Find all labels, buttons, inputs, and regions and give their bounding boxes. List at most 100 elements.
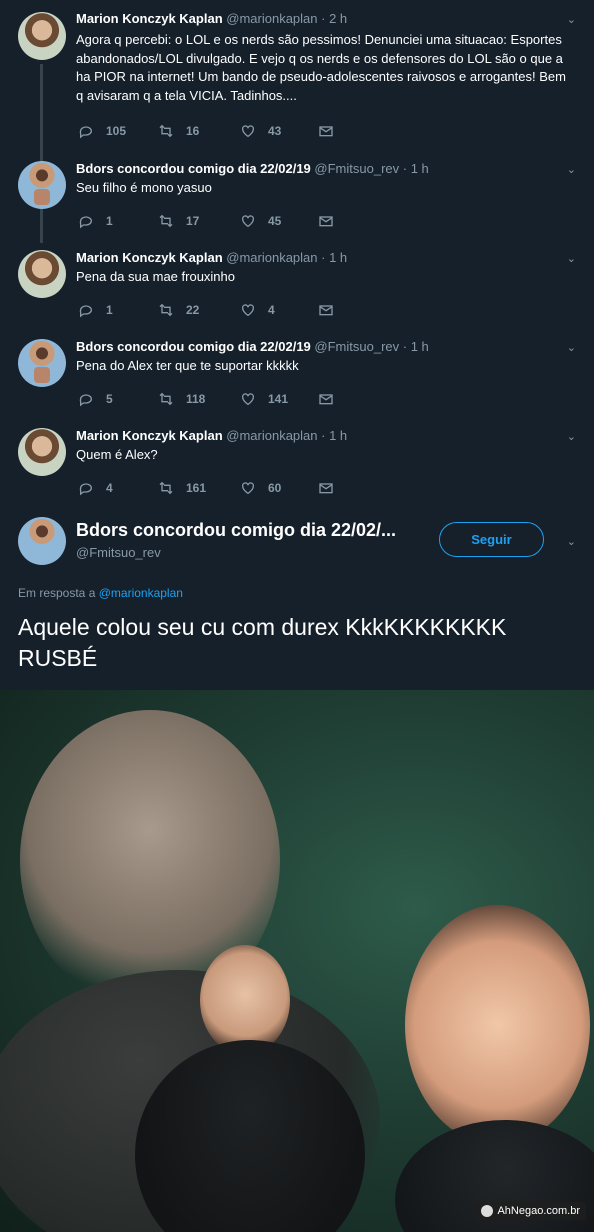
tweet-text: Pena do Alex ter que te suportar kkkkk	[76, 358, 299, 373]
tweet[interactable]: Marion Konczyk Kaplan @marionkaplan · 2 …	[0, 0, 594, 139]
main-author-handle[interactable]: @Fmitsuo_rev	[76, 545, 161, 560]
tweet-header: Marion Konczyk Kaplan @marionkaplan · 2 …	[76, 11, 347, 26]
logo-icon	[481, 1205, 494, 1217]
like-button[interactable]: 4	[240, 302, 275, 318]
retweet-button[interactable]: 16	[158, 123, 199, 139]
like-button[interactable]: 45	[240, 213, 281, 229]
retweet-icon	[159, 214, 173, 228]
message-button[interactable]	[318, 302, 334, 318]
tweet-header: Marion Konczyk Kaplan @marionkaplan · 1 …	[76, 428, 347, 443]
timestamp[interactable]: · 1 h	[403, 339, 429, 354]
envelope-icon	[319, 126, 333, 137]
reply-button[interactable]: 5	[78, 391, 113, 407]
author-handle[interactable]: @marionkaplan	[226, 11, 317, 26]
tweet-actions: 1 17 45	[78, 213, 398, 231]
reply-button[interactable]: 4	[78, 480, 113, 496]
envelope-icon	[319, 483, 333, 494]
tweet[interactable]: Marion Konczyk Kaplan @marionkaplan · 1 …	[0, 242, 594, 331]
author-name[interactable]: Marion Konczyk Kaplan	[76, 250, 223, 265]
chevron-down-icon[interactable]: ⌄	[567, 341, 576, 354]
tweet-header: Marion Konczyk Kaplan @marionkaplan · 1 …	[76, 250, 347, 265]
retweet-count: 118	[186, 392, 206, 406]
avatar[interactable]	[18, 161, 66, 209]
like-button[interactable]: 141	[240, 391, 288, 407]
like-count: 60	[268, 481, 282, 495]
reply-button[interactable]: 1	[78, 213, 113, 229]
avatar[interactable]	[18, 428, 66, 476]
tweet[interactable]: Bdors concordou comigo dia 22/02/19 @Fmi…	[0, 153, 594, 242]
reply-count: 5	[106, 392, 113, 406]
tweet-text: Seu filho é mono yasuo	[76, 180, 212, 195]
like-count: 43	[268, 124, 282, 138]
retweet-icon	[159, 481, 173, 495]
envelope-icon	[319, 216, 333, 227]
author-name[interactable]: Marion Konczyk Kaplan	[76, 11, 223, 26]
author-name[interactable]: Bdors concordou comigo dia 22/02/19	[76, 339, 311, 354]
face-center	[200, 945, 290, 1055]
retweet-button[interactable]: 118	[158, 391, 205, 407]
reply-button[interactable]: 105	[78, 123, 126, 139]
like-button[interactable]: 60	[240, 480, 281, 496]
main-author-name[interactable]: Bdors concordou comigo dia 22/02/...	[76, 520, 396, 541]
avatar[interactable]	[18, 339, 66, 387]
timestamp[interactable]: · 2 h	[321, 11, 347, 26]
retweet-button[interactable]: 161	[158, 480, 206, 496]
author-handle[interactable]: @Fmitsuo_rev	[314, 161, 399, 176]
heart-icon	[242, 304, 254, 317]
chevron-down-icon[interactable]: ⌄	[567, 13, 576, 26]
chevron-down-icon[interactable]: ⌄	[567, 535, 576, 548]
reply-prefix: Em resposta a	[18, 586, 96, 600]
heart-icon	[242, 125, 254, 138]
reply-count: 4	[106, 481, 113, 495]
author-name[interactable]: Marion Konczyk Kaplan	[76, 428, 223, 443]
like-count: 141	[268, 392, 289, 406]
follow-button[interactable]: Seguir	[439, 522, 544, 557]
avatar[interactable]	[18, 12, 66, 60]
author-handle[interactable]: @marionkaplan	[226, 250, 317, 265]
envelope-icon	[319, 394, 333, 405]
timestamp[interactable]: · 1 h	[321, 428, 347, 443]
reply-context: Em resposta a @marionkaplan	[18, 586, 183, 600]
reply-button[interactable]: 1	[78, 302, 113, 318]
like-button[interactable]: 43	[240, 123, 281, 139]
message-button[interactable]	[318, 391, 334, 407]
author-handle[interactable]: @Fmitsuo_rev	[314, 339, 399, 354]
reply-icon	[79, 126, 92, 139]
reply-count: 1	[106, 303, 113, 317]
message-button[interactable]	[318, 480, 334, 496]
tweet-header: Bdors concordou comigo dia 22/02/19 @Fmi…	[76, 339, 429, 354]
timestamp[interactable]: · 1 h	[321, 250, 347, 265]
tweet-text: Pena da sua mae frouxinho	[76, 269, 235, 284]
envelope-icon	[319, 305, 333, 316]
tweet-actions: 4 161 60	[78, 480, 398, 498]
message-button[interactable]	[318, 213, 334, 229]
like-count: 45	[268, 214, 282, 228]
chevron-down-icon[interactable]: ⌄	[567, 430, 576, 443]
tweet-actions: 1 22 4	[78, 302, 398, 320]
retweet-count: 16	[186, 124, 200, 138]
retweet-count: 161	[186, 481, 207, 495]
chevron-down-icon[interactable]: ⌄	[567, 163, 576, 176]
author-handle[interactable]: @marionkaplan	[226, 428, 317, 443]
timestamp[interactable]: · 1 h	[403, 161, 429, 176]
meme-photo: AhNegao.com.br	[0, 690, 594, 1232]
avatar[interactable]	[18, 517, 66, 565]
watermark-text: AhNegao.com.br	[497, 1205, 580, 1217]
heart-icon	[242, 393, 254, 406]
retweet-button[interactable]: 17	[158, 213, 199, 229]
tweet[interactable]: Bdors concordou comigo dia 22/02/19 @Fmi…	[0, 331, 594, 420]
chevron-down-icon[interactable]: ⌄	[567, 252, 576, 265]
author-name[interactable]: Bdors concordou comigo dia 22/02/19	[76, 161, 311, 176]
tweet[interactable]: Marion Konczyk Kaplan @marionkaplan · 1 …	[0, 420, 594, 509]
reply-to-link[interactable]: @marionkaplan	[99, 586, 183, 600]
tweet-header: Bdors concordou comigo dia 22/02/19 @Fmi…	[76, 161, 429, 176]
message-button[interactable]	[318, 123, 334, 139]
avatar[interactable]	[18, 250, 66, 298]
retweet-button[interactable]: 22	[158, 302, 199, 318]
reply-icon	[79, 394, 92, 407]
reply-icon	[79, 216, 92, 229]
retweet-count: 17	[186, 214, 200, 228]
tweet-text: Agora q percebi: o LOL e os nerds são pe…	[76, 32, 566, 103]
face-right	[405, 905, 590, 1145]
tweet-actions: 105 16 43	[78, 123, 398, 141]
